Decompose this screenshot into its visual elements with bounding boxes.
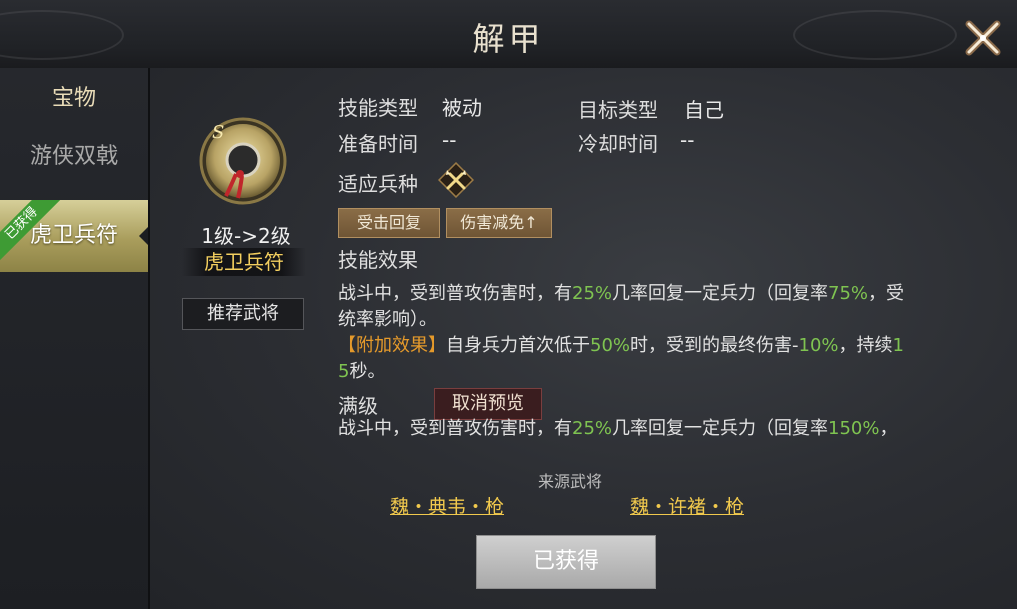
close-button[interactable]: [963, 18, 1003, 58]
obtained-button[interactable]: 已获得: [476, 535, 656, 589]
source-general-link-2[interactable]: 魏・许褚・枪: [630, 492, 744, 519]
detail-panel: S 1级->2级 虎卫兵符 推荐武将 技能类型 被动 目标类型 自己 准备时间 …: [150, 68, 1017, 609]
sidebar-item-youxia[interactable]: 游侠双戟: [0, 128, 148, 186]
effect-line-3: 【附加效果】自身兵力首次低于50%时，受到的最终伤害-10%，持续1: [338, 335, 904, 356]
cooldown-label: 冷却时间: [578, 132, 658, 156]
page-title: 解甲: [472, 20, 545, 58]
effect-line-4: 5秒。: [338, 361, 386, 382]
level-upgrade-text: 1级->2级: [201, 224, 291, 248]
troop-type-spear-icon: [437, 161, 475, 199]
tag-hit-recovery: 受击回复: [338, 208, 440, 238]
max-effect-line: 战斗中，受到普攻伤害时，有25%几率回复一定兵力（回复率150%，: [338, 418, 898, 439]
max-level-label: 满级: [338, 394, 378, 418]
sidebar-heading: 宝物: [51, 86, 96, 111]
sidebar: 宝物 游侠双戟 已获得 虎卫兵符: [0, 68, 150, 609]
troop-type-label: 适应兵种: [338, 172, 418, 196]
skill-effect-text: 战斗中，受到普攻伤害时，有25%几率回复一定兵力（回复率75%，受 统率影响）。…: [338, 281, 978, 385]
sidebar-item-label: 游侠双戟: [29, 144, 118, 169]
sidebar-item-huwei[interactable]: 已获得 虎卫兵符: [0, 200, 148, 272]
close-icon: [965, 20, 1001, 56]
recommend-general-button[interactable]: 推荐武将: [182, 298, 304, 330]
treasure-icon[interactable]: S: [198, 116, 288, 206]
max-level-effect-text: 战斗中，受到普攻伤害时，有25%几率回复一定兵力（回复率150%，: [330, 416, 990, 444]
skill-effect-label: 技能效果: [338, 248, 418, 272]
tag-damage-reduction: 伤害减免↑: [446, 208, 552, 238]
skill-type-value: 被动: [442, 96, 482, 120]
prep-time-value: --: [442, 128, 457, 152]
skill-type-label: 技能类型: [338, 96, 418, 120]
effect-line-2: 统率影响）。: [338, 309, 437, 330]
header-bar: 解甲: [0, 0, 1017, 69]
effect-line-1: 战斗中，受到普攻伤害时，有25%几率回复一定兵力（回复率75%，受: [338, 283, 905, 304]
source-general-link-1[interactable]: 魏・典韦・枪: [390, 492, 504, 519]
source-generals-label: 来源武将: [537, 472, 602, 491]
sidebar-item-label: 虎卫兵符: [29, 223, 118, 248]
target-type-value: 自己: [684, 98, 724, 122]
target-type-label: 目标类型: [578, 98, 658, 122]
prep-time-label: 准备时间: [338, 132, 418, 156]
rarity-letter: S: [212, 122, 225, 143]
cooldown-value: --: [680, 128, 695, 152]
item-name: 虎卫兵符: [182, 248, 306, 276]
